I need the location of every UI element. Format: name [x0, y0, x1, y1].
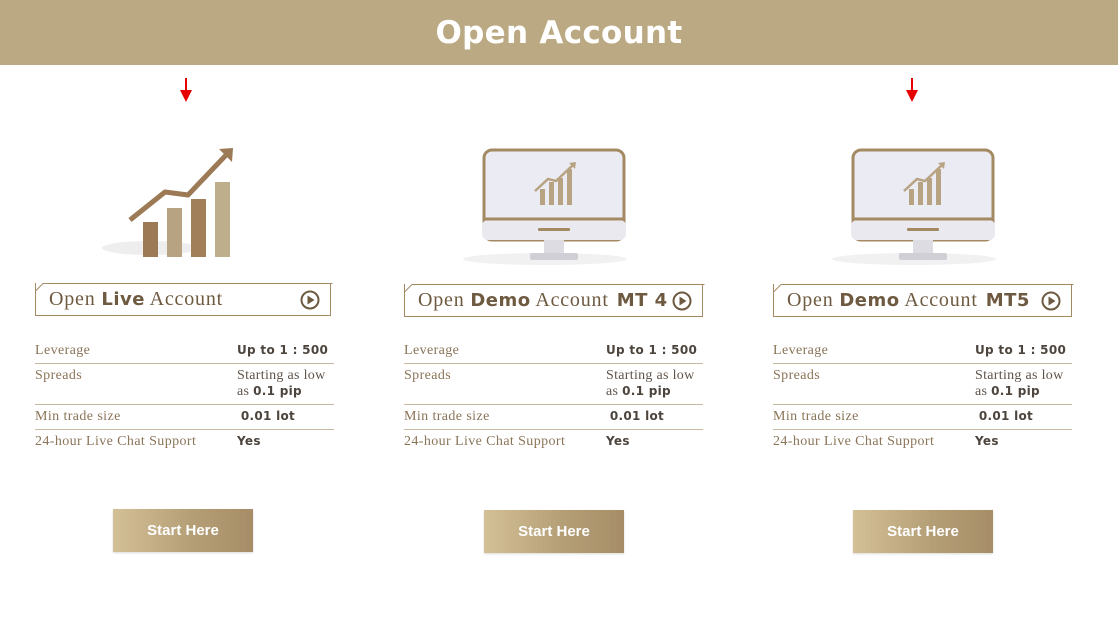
spec-row-min-trade: Min trade size 0.01 lot [35, 404, 334, 430]
spec-value: Starting as low as 0.1 pip [237, 363, 334, 405]
start-here-button[interactable]: Start Here [113, 509, 253, 552]
start-here-button[interactable]: Start Here [853, 510, 993, 553]
open-demo-mt4-heading[interactable]: Open Demo Account MT 4 [404, 284, 705, 317]
account-card-demo-mt4: Open Demo Account MT 4 Leverage Up to 1 :… [404, 0, 705, 560]
spec-value: Starting as low as 0.1 pip [975, 363, 1072, 405]
spec-row-spreads: Spreads Starting as low as 0.1 pip [35, 363, 334, 405]
heading-text: Open Demo Account MT 4 [418, 289, 668, 311]
spec-table: Leverage Up to 1 : 500 Spreads Starting … [404, 339, 703, 454]
spec-row-live-chat: 24-hour Live Chat Support Yes [773, 430, 1072, 455]
spec-label: Min trade size [404, 404, 606, 430]
monitor-chart-icon [463, 148, 627, 265]
spec-table: Leverage Up to 1 : 500 Spreads Starting … [35, 339, 334, 454]
open-live-account-heading[interactable]: Open Live Account [35, 283, 333, 316]
spec-label: Spreads [404, 363, 606, 405]
spec-table: Leverage Up to 1 : 500 Spreads Starting … [773, 339, 1072, 454]
spec-label: Leverage [404, 339, 606, 364]
account-card-demo-mt5: Open Demo Account MT5 Leverage Up to 1 : … [773, 0, 1074, 560]
spec-label: 24-hour Live Chat Support [773, 434, 935, 449]
spec-row-min-trade: Min trade size 0.01 lot [773, 404, 1072, 430]
spec-row-spreads: Spreads Starting as low as 0.1 pip [404, 363, 703, 405]
spec-row-leverage: Leverage Up to 1 : 500 [773, 339, 1072, 364]
spec-label: Leverage [35, 339, 237, 364]
open-demo-mt5-heading[interactable]: Open Demo Account MT5 [773, 284, 1074, 317]
spec-value: 0.01 lot [237, 404, 334, 430]
play-icon[interactable] [1041, 291, 1061, 311]
spec-label: 24-hour Live Chat Support [35, 434, 197, 449]
account-card-live: Open Live Account Leverage Up to 1 : 500… [35, 0, 334, 560]
growth-chart-icon [102, 148, 233, 257]
spec-label: Spreads [773, 363, 975, 405]
spec-value: 0.01 lot [606, 404, 703, 430]
spec-value: Up to 1 : 500 [975, 339, 1072, 364]
spec-row-spreads: Spreads Starting as low as 0.1 pip [773, 363, 1072, 405]
spec-value: Yes [975, 434, 999, 448]
spec-row-leverage: Leverage Up to 1 : 500 [404, 339, 703, 364]
spec-label: Leverage [773, 339, 975, 364]
spec-row-leverage: Leverage Up to 1 : 500 [35, 339, 334, 364]
play-icon[interactable] [300, 290, 320, 310]
spec-value: Up to 1 : 500 [237, 339, 334, 364]
spec-value: Yes [237, 434, 261, 448]
spec-value: 0.01 lot [975, 404, 1072, 430]
spec-value: Up to 1 : 500 [606, 339, 703, 364]
monitor-chart-icon [832, 148, 996, 265]
play-icon[interactable] [672, 291, 692, 311]
start-here-button[interactable]: Start Here [484, 510, 624, 553]
spec-value: Starting as low as 0.1 pip [606, 363, 703, 405]
spec-row-min-trade: Min trade size 0.01 lot [404, 404, 703, 430]
heading-text: Open Demo Account MT5 [787, 289, 1030, 311]
spec-row-live-chat: 24-hour Live Chat Support Yes [35, 430, 334, 455]
spec-label: Min trade size [35, 404, 237, 430]
spec-row-live-chat: 24-hour Live Chat Support Yes [404, 430, 703, 455]
spec-label: Min trade size [773, 404, 975, 430]
spec-label: Spreads [35, 363, 237, 405]
spec-value: Yes [606, 434, 630, 448]
heading-text: Open Live Account [49, 288, 223, 310]
spec-label: 24-hour Live Chat Support [404, 434, 566, 449]
